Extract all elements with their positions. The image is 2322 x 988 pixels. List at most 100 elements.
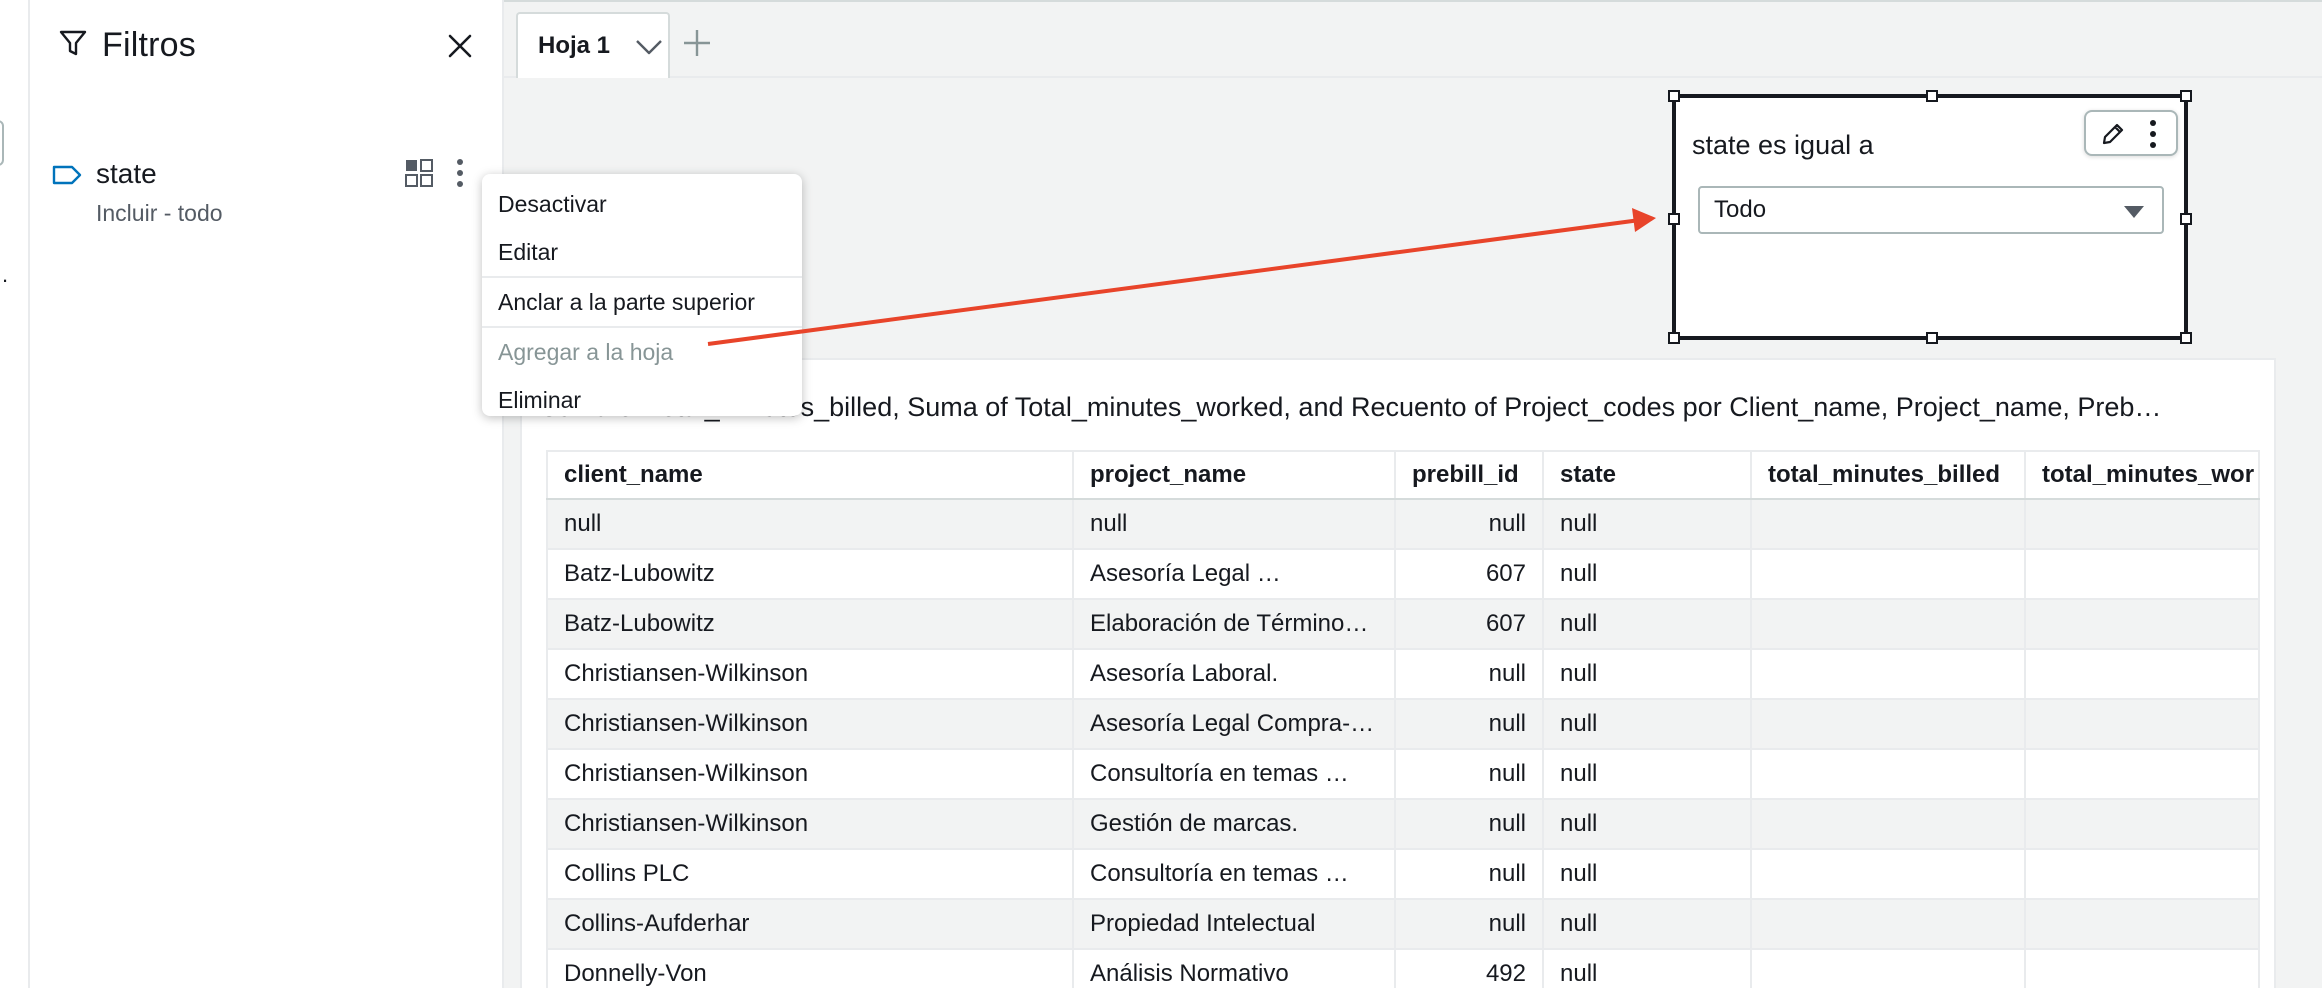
collapsed-control[interactable] [0,120,4,166]
table-cell: Christiansen-Wilkinson [546,648,1074,700]
edit-pencil-icon[interactable] [2100,121,2126,152]
layout-grid-icon[interactable] [404,158,434,193]
column-header[interactable]: client_name [546,450,1074,500]
close-filters-button[interactable] [442,28,478,64]
resize-handle[interactable] [1926,332,1938,344]
truncated-text: . [2,262,9,287]
filter-context-menu: Desactivar Editar Anclar a la parte supe… [482,174,802,416]
table-cell: null [1394,848,1544,900]
table-row[interactable]: Batz-Lubowitz Asesoría Legal … 607 null [546,548,2260,600]
table-row[interactable]: Batz-Lubowitz Elaboración de Término… 607 n… [546,598,2260,650]
table-cell [1750,748,2026,800]
more-options-icon[interactable] [2146,118,2160,155]
table-cell: null [1542,948,1752,988]
filter-control-label: state es igual a [1692,130,1874,160]
table-cell [2024,748,2260,800]
table-cell: Batz-Lubowitz [546,548,1074,600]
table-cell: Asesoría Legal Compra-… [1072,698,1396,750]
table-cell: null [1394,748,1544,800]
table-cell: 492 [1394,948,1544,988]
filters-title: Filtros [102,26,196,64]
menu-item-anclar[interactable]: Anclar a la parte superior [482,278,802,326]
close-icon [448,34,472,58]
table-cell: null [1072,498,1396,550]
resize-handle[interactable] [2180,213,2192,225]
table-row[interactable]: Collins PLC Consultoría en temas … null nul… [546,848,2260,900]
data-table: client_name project_name prebill_id stat… [546,450,2260,988]
table-cell: null [1542,648,1752,700]
table-cell: null [1542,898,1752,950]
table-cell: null [1542,548,1752,600]
table-cell [2024,798,2260,850]
table-cell: Gestión de marcas. [1072,798,1396,850]
dimension-tag-icon [52,164,82,191]
table-cell: null [1394,898,1544,950]
menu-item-desactivar[interactable]: Desactivar [482,180,802,228]
table-visual[interactable]: Suma of Total_minutes_billed, Suma of To… [520,358,2276,988]
table-cell: 607 [1394,548,1544,600]
filter-summary: Incluir - todo [96,200,223,226]
resize-handle[interactable] [1926,90,1938,102]
filter-value-select[interactable]: Todo [1698,186,2164,234]
tab-hoja-1[interactable]: Hoja 1 [516,12,670,78]
filter-control-visual[interactable]: state es igual a Todo [1668,90,2192,344]
table-cell: 607 [1394,598,1544,650]
resize-handle[interactable] [2180,332,2192,344]
table-cell [2024,548,2260,600]
chevron-down-icon[interactable] [634,36,664,64]
table-cell: null [1542,848,1752,900]
visual-toolbar [2084,110,2178,156]
table-header-row: client_name project_name prebill_id stat… [546,450,2260,500]
resize-handle[interactable] [1668,213,1680,225]
table-cell: Donnelly-Von [546,948,1074,988]
table-cell: null [1542,498,1752,550]
resize-handle[interactable] [1668,332,1680,344]
column-header[interactable]: project_name [1072,450,1396,500]
table-cell: Consultoría en temas … [1072,848,1396,900]
table-body: null null null null Batz-Lubowitz Asesoría Le… [546,498,2260,988]
table-row[interactable]: Collins-Aufderhar Propiedad Intelectual nu… [546,898,2260,950]
resize-handle[interactable] [1668,90,1680,102]
table-row[interactable]: Christiansen-Wilkinson Asesoría Laboral. n… [546,648,2260,700]
more-options-icon[interactable] [452,156,468,195]
table-cell: Christiansen-Wilkinson [546,798,1074,850]
table-row[interactable]: Christiansen-Wilkinson Gestión de marcas.… [546,798,2260,850]
table-cell [2024,848,2260,900]
table-cell: Collins PLC [546,848,1074,900]
table-cell [1750,498,2026,550]
table-row[interactable]: null null null null [546,498,2260,550]
table-cell [1750,848,2026,900]
menu-item-editar[interactable]: Editar [482,228,802,276]
table-cell: Christiansen-Wilkinson [546,748,1074,800]
sheet-canvas: Hoja 1 state es igual a Todo Suma of Tot… [504,0,2322,988]
resize-handle[interactable] [2180,90,2192,102]
table-cell: Collins-Aufderhar [546,898,1074,950]
select-value: Todo [1714,196,1767,223]
add-sheet-icon[interactable] [682,28,712,63]
table-cell: null [546,498,1074,550]
table-row[interactable]: Christiansen-Wilkinson Consultoría en tem… [546,748,2260,800]
table-cell [2024,698,2260,750]
table-row[interactable]: Christiansen-Wilkinson Asesoría Legal Com… [546,698,2260,750]
table-cell: Consultoría en temas … [1072,748,1396,800]
table-cell: null [1394,498,1544,550]
table-cell [2024,598,2260,650]
table-cell [2024,648,2260,700]
table-cell: Batz-Lubowitz [546,598,1074,650]
funnel-icon [58,28,88,63]
table-row[interactable]: Donnelly-Von Análisis Normativo 492 null [546,948,2260,988]
column-header[interactable]: prebill_id [1394,450,1544,500]
table-cell: null [1542,598,1752,650]
column-header[interactable]: total_minutes_billed [1750,450,2026,500]
filters-header: Filtros [58,26,196,65]
filters-panel: Filtros state Incluir - todo [30,0,504,988]
table-cell: null [1542,798,1752,850]
column-header[interactable]: state [1542,450,1752,500]
table-cell [1750,548,2026,600]
table-cell [1750,898,2026,950]
left-edge-panel: . [0,0,30,988]
table-cell: null [1394,698,1544,750]
table-cell [1750,598,2026,650]
menu-item-eliminar[interactable]: Eliminar [482,376,802,424]
column-header[interactable]: total_minutes_wor [2024,450,2260,500]
